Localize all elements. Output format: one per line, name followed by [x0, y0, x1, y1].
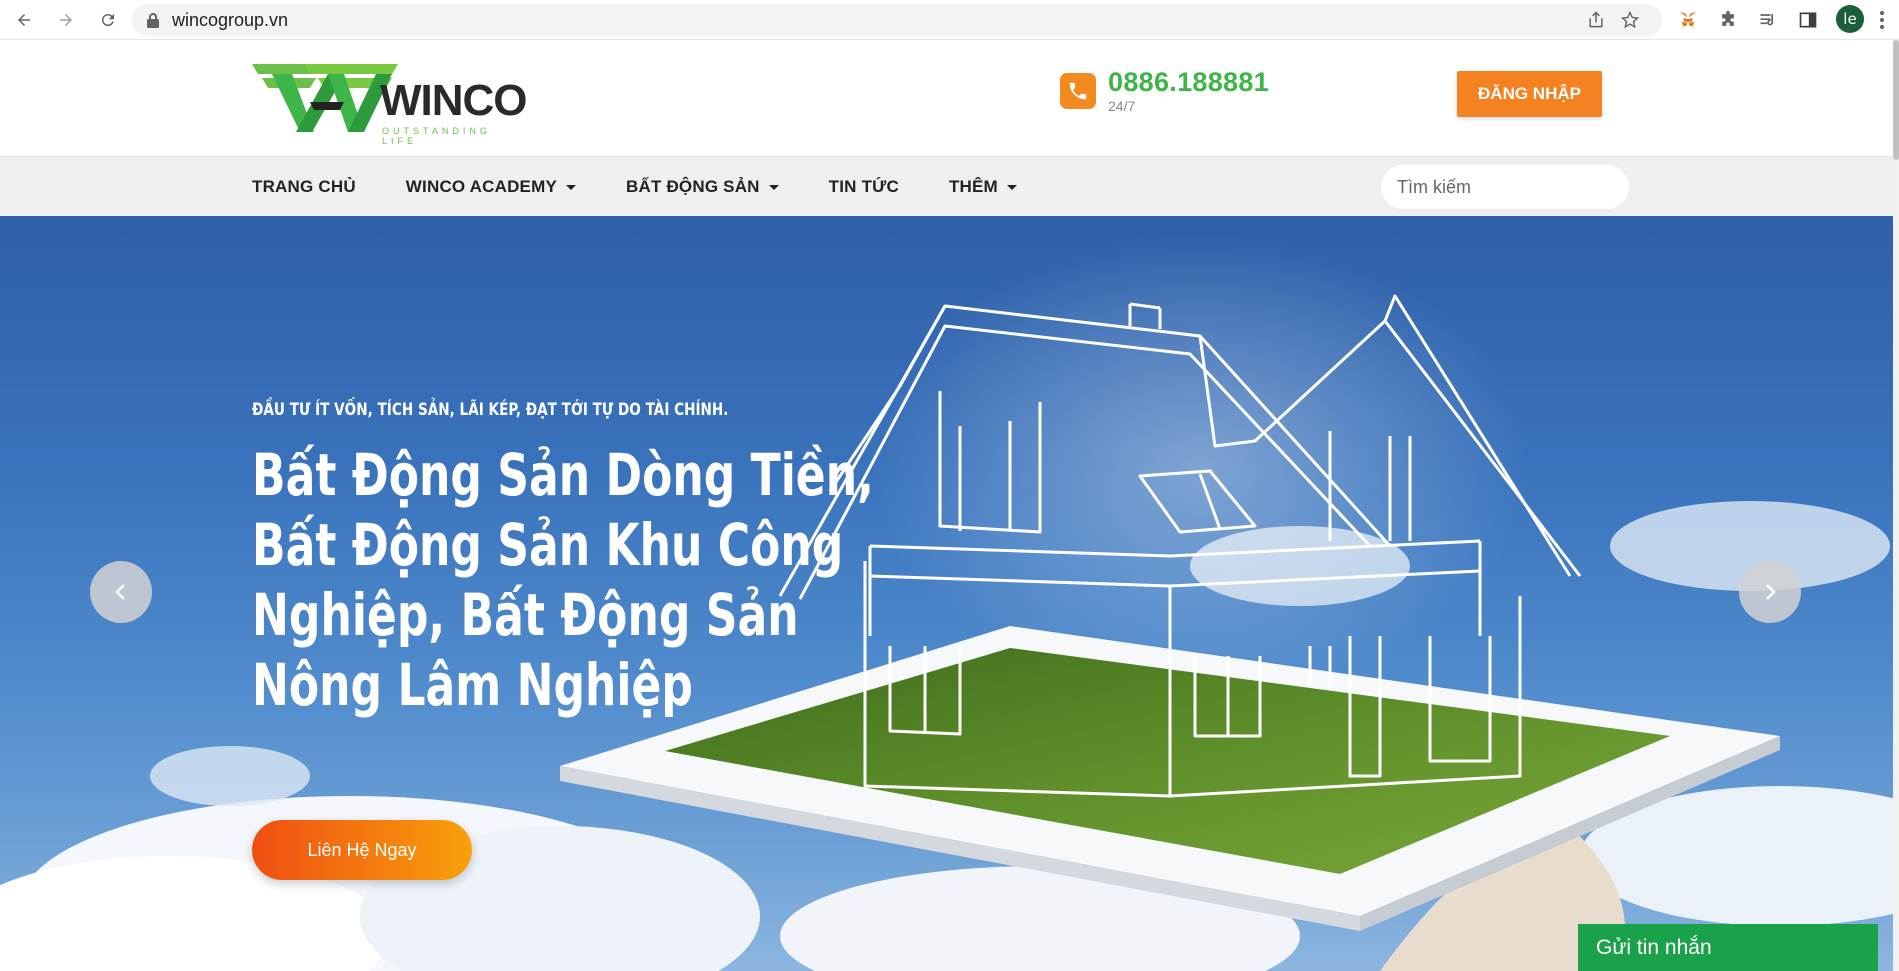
phone-icon [1060, 73, 1096, 109]
forward-icon[interactable] [52, 6, 80, 34]
bookmark-star-icon[interactable] [1620, 10, 1640, 30]
nav-item-home[interactable]: TRANG CHỦ [252, 177, 356, 197]
back-icon[interactable] [10, 6, 38, 34]
hero-headline-line: Nông Lâm Nghiệp [252, 651, 693, 719]
address-bar[interactable]: wincogroup.vn [132, 4, 1662, 36]
media-control-icon[interactable] [1752, 4, 1784, 36]
nav-item-more[interactable]: THÊM [949, 177, 1017, 197]
chevron-left-icon [115, 584, 125, 600]
hotline-hours: 24/7 [1108, 98, 1136, 114]
browser-toolbar: wincogroup.vn le [0, 0, 1899, 40]
profile-avatar[interactable]: le [1836, 5, 1864, 33]
logo-text: WINCO [380, 76, 528, 125]
caret-down-icon [565, 184, 576, 190]
nav-item-label: THÊM [948, 177, 998, 196]
main-navbar: TRANG CHỦ WINCO ACADEMY BẤT ĐỘNG SẢN TIN… [0, 156, 1899, 216]
hero-headline-line: Nghiệp, Bất Động Sản [252, 581, 799, 649]
search-input[interactable] [1395, 175, 1631, 199]
search-box [1381, 165, 1631, 209]
nav-item-news[interactable]: TIN TỨC [829, 177, 899, 197]
nav-item-label: WINCO ACADEMY [405, 177, 557, 196]
nav-item-real-estate[interactable]: BẤT ĐỘNG SẢN [626, 177, 779, 197]
main-menu: TRANG CHỦ WINCO ACADEMY BẤT ĐỘNG SẢN TIN… [252, 157, 1067, 217]
hero-headline-line: Bất Động Sản Khu Công [252, 511, 844, 579]
contact-now-button[interactable]: Liên Hệ Ngay [252, 820, 472, 880]
url-text: wincogroup.vn [172, 9, 289, 30]
browser-menu-icon[interactable] [1866, 4, 1898, 36]
login-button[interactable]: ĐĂNG NHẬP [1457, 71, 1602, 117]
nav-item-label: TIN TỨC [828, 177, 899, 196]
nav-item-label: TRANG CHỦ [252, 177, 356, 196]
lock-icon [147, 13, 159, 28]
scrollbar-thumb[interactable] [1893, 40, 1899, 160]
nav-item-label: BẤT ĐỘNG SẢN [625, 177, 760, 196]
caret-down-icon [768, 184, 779, 190]
slider-next-button[interactable] [1739, 561, 1801, 623]
page-scrollbar[interactable] [1893, 40, 1899, 971]
winco-logo[interactable]: WINCO OUTSTANDING LIFE [252, 60, 528, 146]
slider-prev-button[interactable] [90, 561, 152, 623]
side-panel-icon[interactable] [1792, 4, 1824, 36]
logo-tagline: OUTSTANDING LIFE [382, 126, 491, 146]
extensions-icon[interactable] [1712, 4, 1744, 36]
share-icon[interactable] [1586, 10, 1606, 30]
nav-item-winco-academy[interactable]: WINCO ACADEMY [406, 177, 576, 197]
hero-slider: ĐẦU TƯ ÍT VỐN, TÍCH SẢN, LÃI KÉP, ĐẠT TỚ… [0, 216, 1899, 971]
metamask-icon[interactable] [1672, 4, 1704, 36]
hotline-number[interactable]: 0886.188881 [1108, 67, 1269, 98]
hero-tagline: ĐẦU TƯ ÍT VỐN, TÍCH SẢN, LÃI KÉP, ĐẠT TỚ… [252, 400, 729, 420]
hero-headline-line: Bất Động Sản Dòng Tiền, [252, 441, 874, 509]
reload-icon[interactable] [94, 6, 122, 34]
caret-down-icon [1006, 184, 1017, 190]
send-message-chat-widget[interactable]: Gửi tin nhắn [1578, 924, 1878, 971]
hero-headline: Bất Động Sản Dòng Tiền, Bất Động Sản Khu… [252, 440, 875, 720]
site-header: WINCO OUTSTANDING LIFE 0886.188881 24/7 … [0, 40, 1899, 156]
chevron-right-icon [1766, 584, 1776, 600]
